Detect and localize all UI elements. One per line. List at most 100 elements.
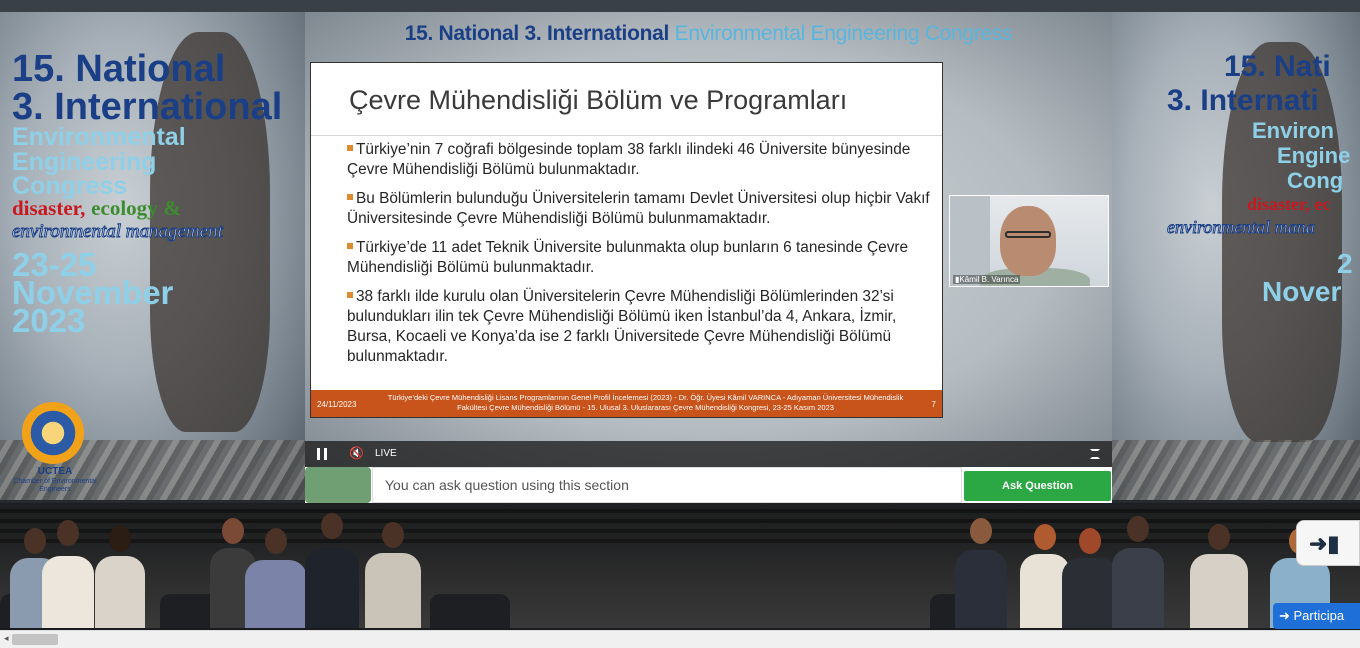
audience-head	[382, 522, 404, 548]
audience-member	[95, 526, 145, 628]
congress-title: 15. National 3. International Environmen…	[305, 22, 1112, 46]
audience-member	[955, 518, 1007, 628]
speaker-glasses	[1005, 231, 1051, 238]
slide-bullet-text: Türkiye’nin 7 coğrafi bölgesinde toplam …	[347, 141, 911, 178]
mute-icon[interactable]: 🔇	[349, 446, 364, 460]
bullet-square-icon	[347, 194, 353, 200]
webcam-background	[950, 196, 990, 286]
banner-env-management: environmental management	[12, 221, 224, 242]
congress-title-highlight: Environmental Engineering Congress	[674, 22, 1013, 45]
slide-bullet-text: 38 farklı ilde kurulu olan Üniversiteler…	[347, 288, 897, 365]
exit-button[interactable]: ➜▮	[1296, 520, 1360, 566]
virtual-auditorium	[0, 503, 1360, 628]
congress-viewer: 15. National 3. International Environmen…	[0, 0, 1360, 648]
seat	[430, 594, 510, 628]
slide-bullet: Türkiye’de 11 adet Teknik Üniversite bul…	[347, 238, 937, 278]
video-player[interactable]: 15. National 3. International Environmen…	[305, 12, 1112, 467]
banner-line-national: 15. National	[12, 48, 226, 90]
speaker-webcam: ▮Kâmil B. Varınca	[949, 195, 1109, 287]
audience-member	[1190, 524, 1248, 628]
audience-head	[109, 526, 131, 552]
left-congress-banner: 15. National 3. International Environmen…	[0, 12, 305, 500]
slide-bullet: Bu Bölümlerin bulunduğu Üniversitelerin …	[347, 189, 937, 229]
congress-title-main: 15. National 3. International	[404, 22, 670, 45]
audience-member	[1112, 516, 1164, 628]
audience-head	[222, 518, 244, 544]
ask-question-button[interactable]: Ask Question	[964, 471, 1111, 501]
slide-bullet-text: Türkiye’de 11 adet Teknik Üniversite bul…	[347, 239, 909, 276]
horizontal-scrollbar[interactable]: ◂	[0, 630, 1360, 648]
audience-body	[955, 550, 1007, 628]
banner-line-environmental: Environmental	[12, 123, 186, 151]
audience-body	[95, 556, 145, 628]
scrollbar-thumb[interactable]	[12, 634, 58, 645]
audience-body	[1190, 554, 1248, 628]
right-congress-banner: 15. Nati 3. Internati Environ Engine Con…	[1112, 12, 1360, 500]
bullet-square-icon	[347, 243, 353, 249]
audience-body	[245, 560, 307, 628]
audience-head	[1079, 528, 1101, 554]
logo-name: UCTEA	[37, 466, 73, 477]
right-banner-dates: 2	[1337, 248, 1353, 279]
logo-subtitle: Chamber of Environmental Engineers	[13, 478, 97, 493]
slide-bullet: Türkiye’nin 7 coğrafi bölgesinde toplam …	[347, 140, 937, 180]
banner-ecology: ecology	[91, 196, 158, 220]
audience-head	[1034, 524, 1056, 550]
participants-label: Participa	[1293, 608, 1345, 623]
banner-amp: &	[163, 196, 182, 220]
audience-member	[245, 528, 307, 628]
live-label: LIVE	[375, 448, 397, 459]
right-banner-line2: 3. Internati	[1167, 84, 1319, 117]
bullet-square-icon	[347, 292, 353, 298]
banner-tagline: disaster, ecology &	[12, 198, 181, 219]
scroll-left-icon[interactable]: ◂	[4, 633, 9, 644]
slide-bullet-text: Bu Bölümlerin bulunduğu Üniversitelerin …	[347, 190, 930, 227]
presentation-slide: Çevre Mühendisliği Bölüm ve Programları …	[310, 62, 943, 418]
pause-icon[interactable]	[317, 448, 327, 460]
right-banner-line7: environmental mana	[1167, 217, 1316, 237]
right-banner-line3: Environ	[1252, 118, 1334, 143]
audience-body	[1062, 558, 1118, 628]
audience-member	[305, 513, 359, 628]
right-banner-line1: 15. Nati	[1224, 50, 1331, 83]
bullet-square-icon	[347, 145, 353, 151]
slide-page-number: 7	[931, 400, 936, 409]
right-banner-line6: disaster, ec	[1247, 194, 1331, 214]
participants-button[interactable]: ➜ Participa	[1273, 603, 1360, 629]
audience-member	[365, 522, 421, 628]
slide-divider	[311, 135, 942, 136]
speaker-head	[1000, 206, 1056, 276]
speaker-name-label: ▮Kâmil B. Varınca	[953, 275, 1021, 284]
audience-head	[265, 528, 287, 554]
right-banner-line4: Engine	[1277, 143, 1351, 168]
speaker-name: Kâmil B. Varınca	[959, 275, 1019, 284]
player-controls: 🔇 LIVE	[305, 441, 1112, 467]
audience-head	[57, 520, 79, 546]
banner-disaster: disaster,	[12, 196, 86, 220]
banner-year: 2023	[12, 302, 86, 339]
audience-head	[1208, 524, 1230, 550]
question-color-box	[305, 467, 371, 503]
audience-member	[1062, 528, 1118, 628]
audience-body	[1112, 548, 1164, 628]
audience-head	[321, 513, 343, 539]
slide-bullet-list: Türkiye’nin 7 coğrafi bölgesinde toplam …	[347, 140, 937, 376]
banner-rubble	[1112, 440, 1360, 500]
right-banner-month: Nover	[1262, 276, 1342, 307]
slide-footer: 24/11/2023 Türkiye’deki Çevre Mühendisli…	[311, 390, 942, 417]
right-banner-line5: Cong	[1287, 168, 1344, 193]
audience-head	[970, 518, 992, 544]
slide-bullet: 38 farklı ilde kurulu olan Üniversiteler…	[347, 287, 937, 367]
slide-footer-date: 24/11/2023	[317, 400, 357, 409]
banner-line-international: 3. International	[12, 86, 283, 128]
slide-footer-citation: Türkiye’deki Çevre Mühendisliği Lisans P…	[387, 393, 904, 412]
audience-body	[305, 548, 359, 628]
fullscreen-icon[interactable]	[1090, 449, 1100, 459]
audience-head	[1127, 516, 1149, 542]
slide-heading: Çevre Mühendisliği Bölüm ve Programları	[349, 85, 848, 115]
audience-member	[42, 520, 94, 628]
audience-body	[365, 553, 421, 628]
audience-body	[42, 556, 94, 628]
uctea-logo-icon	[22, 402, 84, 464]
question-input[interactable]: You can ask question using this section	[372, 467, 962, 503]
